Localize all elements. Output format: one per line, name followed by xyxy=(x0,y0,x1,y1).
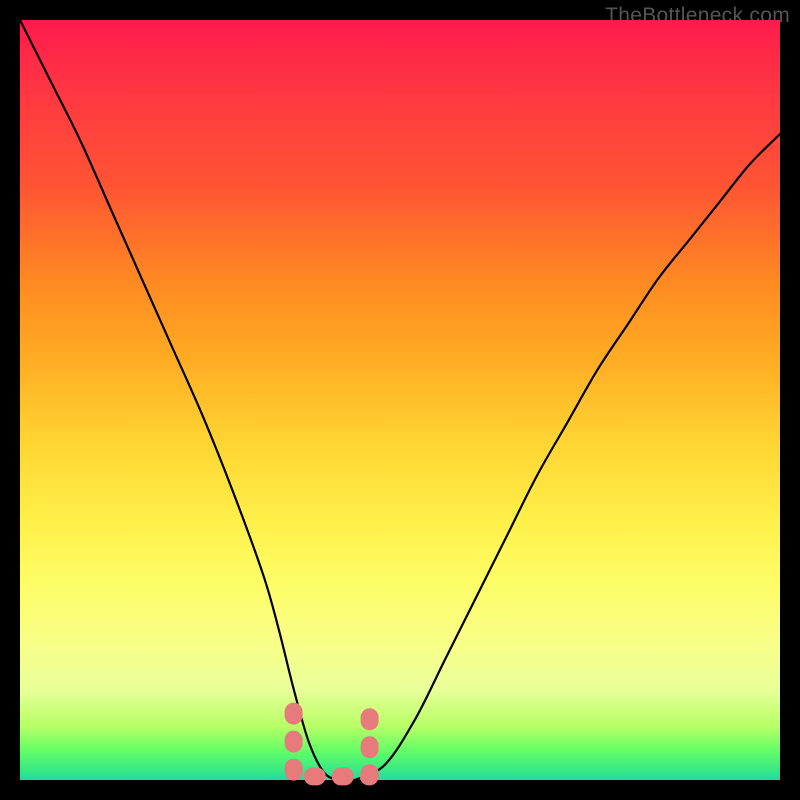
chart-frame: TheBottleneck.com xyxy=(0,0,800,800)
bottleneck-curve-line xyxy=(20,20,780,781)
curve-layer xyxy=(20,20,780,780)
minimum-bracket xyxy=(294,712,370,777)
plot-area xyxy=(20,20,780,780)
